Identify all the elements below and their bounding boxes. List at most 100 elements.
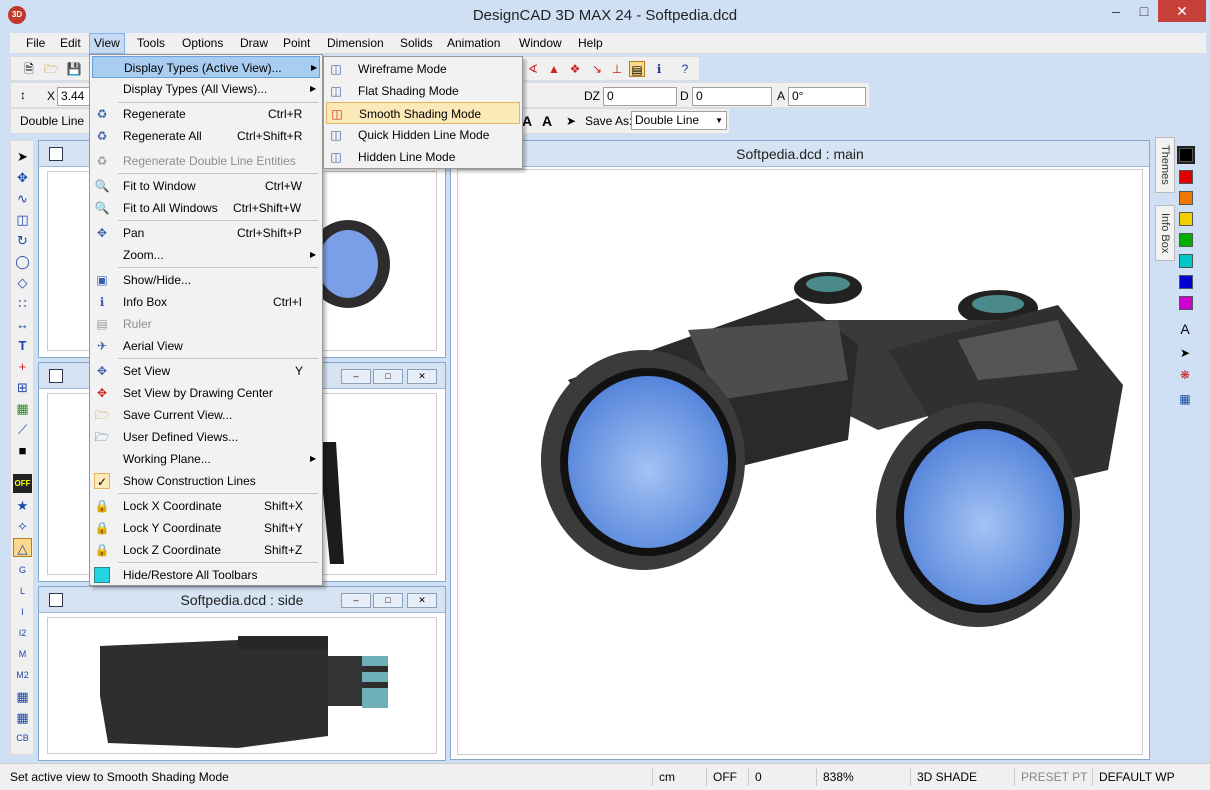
menu-item-regenerate-double[interactable]: ♻ Regenerate Double Line Entities xyxy=(92,150,320,172)
menu-item-zoom[interactable]: Zoom... ▶ xyxy=(92,244,320,266)
text-color-icon[interactable]: A xyxy=(1177,321,1193,337)
menu-item-set-view[interactable]: ✥ Set View Y xyxy=(92,360,320,382)
menu-edit[interactable]: Edit xyxy=(56,33,85,54)
view-system-icon[interactable] xyxy=(49,147,63,161)
gravity-m-icon[interactable]: M xyxy=(13,645,32,664)
menu-point[interactable]: Point xyxy=(279,33,314,54)
coordinate-mode-icon[interactable]: ↕ xyxy=(15,87,31,103)
info-box-tab[interactable]: Info Box xyxy=(1155,205,1175,261)
menu-item-fit-to-all-windows[interactable]: 🔍 Fit to All Windows Ctrl+Shift+W xyxy=(92,197,320,219)
arc-icon[interactable]: ↻ xyxy=(13,231,32,250)
menu-draw[interactable]: Draw xyxy=(236,33,272,54)
shading-icon[interactable]: △ xyxy=(13,538,32,557)
menu-solids[interactable]: Solids xyxy=(396,33,437,54)
line-icon[interactable]: ∿ xyxy=(13,189,32,208)
status-ortho[interactable]: OFF xyxy=(706,768,744,786)
menu-item-set-view-center[interactable]: ✥ Set View by Drawing Center xyxy=(92,382,320,404)
dz-field[interactable]: 0 xyxy=(603,87,677,106)
gravity-g-icon[interactable]: G xyxy=(13,561,32,580)
snap-point-icon[interactable]: ★ xyxy=(13,496,32,515)
view-minimize-button[interactable]: – xyxy=(341,593,371,608)
view-close-button[interactable]: ✕ xyxy=(407,369,437,384)
menu-item-lock-x[interactable]: 🔒 Lock X Coordinate Shift+X xyxy=(92,495,320,517)
x-coordinate-field[interactable]: 3.44 xyxy=(57,87,91,106)
color-swatch-orange[interactable] xyxy=(1179,191,1193,205)
menu-item-display-types-active[interactable]: Display Types (Active View)... ▶ xyxy=(92,56,320,78)
palette-icon[interactable]: ❋ xyxy=(1177,367,1193,383)
select-pointer-icon[interactable]: ➤ xyxy=(13,147,32,166)
layers-icon[interactable]: ▦ xyxy=(1177,391,1193,407)
menu-window[interactable]: Window xyxy=(515,33,566,54)
menu-item-hide-restore-toolbars[interactable]: Hide/Restore All Toolbars xyxy=(92,564,320,586)
info-icon[interactable]: ℹ xyxy=(651,61,667,77)
view-restore-button[interactable]: □ xyxy=(373,593,403,608)
menu-help[interactable]: Help xyxy=(574,33,607,54)
submenu-item-smooth-shading[interactable]: ◫ Smooth Shading Mode xyxy=(326,102,520,124)
submenu-item-hidden-line[interactable]: ◫ Hidden Line Mode xyxy=(326,146,520,168)
maximize-button[interactable]: □ xyxy=(1131,0,1157,22)
menu-item-user-defined-views[interactable]: 🗁 User Defined Views... xyxy=(92,426,320,448)
menu-item-info-box[interactable]: ℹ Info Box Ctrl+I xyxy=(92,291,320,313)
snap-midpoint-icon[interactable]: ❖ xyxy=(567,61,583,77)
gravity-i-icon[interactable]: I xyxy=(13,603,32,622)
snap-angle-icon[interactable]: ∢ xyxy=(525,61,541,77)
new-file-icon[interactable]: 🗎 xyxy=(21,61,37,77)
menu-item-ruler[interactable]: ▤ Ruler xyxy=(92,313,320,335)
menu-options[interactable]: Options xyxy=(178,33,227,54)
submenu-item-wireframe[interactable]: ◫ Wireframe Mode xyxy=(326,58,520,80)
grid-snap-icon[interactable]: ▦ xyxy=(13,687,32,706)
text-style-icon[interactable]: A xyxy=(539,113,555,129)
minimize-button[interactable]: – xyxy=(1102,0,1130,22)
menu-tools[interactable]: Tools xyxy=(133,33,169,54)
box-icon[interactable]: ◫ xyxy=(13,210,32,229)
gravity-l-icon[interactable]: L xyxy=(13,582,32,601)
side-view-canvas[interactable] xyxy=(47,617,437,754)
menu-item-save-current-view[interactable]: 🗁 Save Current View... xyxy=(92,404,320,426)
themes-tab[interactable]: Themes xyxy=(1155,137,1175,193)
submenu-item-flat-shading[interactable]: ◫ Flat Shading Mode xyxy=(326,80,520,102)
menu-item-lock-z[interactable]: 🔒 Lock Z Coordinate Shift+Z xyxy=(92,539,320,561)
menu-item-lock-y[interactable]: 🔒 Lock Y Coordinate Shift+Y xyxy=(92,517,320,539)
move-icon[interactable]: ✥ xyxy=(13,168,32,187)
menu-file[interactable]: File xyxy=(22,33,49,54)
diagonal-line-icon[interactable]: ⟋ xyxy=(13,420,32,439)
line-style-value[interactable]: Double Line xyxy=(20,114,84,128)
menu-item-pan[interactable]: ✥ Pan Ctrl+Shift+P xyxy=(92,222,320,244)
color-swatch-green[interactable] xyxy=(1179,233,1193,247)
side-view-window[interactable]: Softpedia.dcd : side – □ ✕ xyxy=(38,586,446,761)
color-swatch-red[interactable] xyxy=(1179,170,1193,184)
magic-wand-icon[interactable]: ✧ xyxy=(13,517,32,536)
view-restore-button[interactable]: □ xyxy=(373,369,403,384)
color-swatch-magenta[interactable] xyxy=(1179,296,1193,310)
menu-item-aerial-view[interactable]: ✈ Aerial View xyxy=(92,335,320,357)
d-field[interactable]: 0 xyxy=(692,87,772,106)
menu-dimension[interactable]: Dimension xyxy=(323,33,388,54)
group-icon[interactable]: ⊞ xyxy=(13,378,32,397)
main-view-canvas[interactable] xyxy=(457,169,1143,755)
gravity-m2-icon[interactable]: M2 xyxy=(13,666,32,685)
text-tool-icon[interactable]: T xyxy=(13,336,32,355)
snap-triangle-icon[interactable]: ▲ xyxy=(546,61,562,77)
open-folder-icon[interactable]: 🗁 xyxy=(43,61,59,77)
fill-icon[interactable]: ■ xyxy=(13,441,32,460)
view-minimize-button[interactable]: – xyxy=(341,369,371,384)
hatch-icon[interactable]: ▦ xyxy=(13,399,32,418)
circle-icon[interactable]: ◯ xyxy=(13,252,32,271)
view-system-icon[interactable] xyxy=(49,369,63,383)
line-color-icon[interactable]: ➤ xyxy=(1177,345,1193,361)
color-swatch-black[interactable] xyxy=(1177,146,1195,164)
crosshair-icon[interactable]: + xyxy=(13,357,32,376)
points-icon[interactable]: ∷ xyxy=(13,294,32,313)
menu-item-fit-to-window[interactable]: 🔍 Fit to Window Ctrl+W xyxy=(92,175,320,197)
color-swatch-cyan[interactable] xyxy=(1179,254,1193,268)
menu-item-display-types-all[interactable]: Display Types (All Views)... ▶ xyxy=(92,78,320,100)
close-button[interactable]: ✕ xyxy=(1158,0,1206,22)
menu-animation[interactable]: Animation xyxy=(443,33,504,54)
dimension-icon[interactable]: ↔ xyxy=(13,315,32,334)
save-icon[interactable]: 💾 xyxy=(66,61,82,77)
gravity-i2-icon[interactable]: I2 xyxy=(13,624,32,643)
snap-perp-icon[interactable]: ⊥ xyxy=(609,61,625,77)
color-swatch-yellow[interactable] xyxy=(1179,212,1193,226)
save-style-icon[interactable]: ➤ xyxy=(563,113,579,129)
view-close-button[interactable]: ✕ xyxy=(407,593,437,608)
